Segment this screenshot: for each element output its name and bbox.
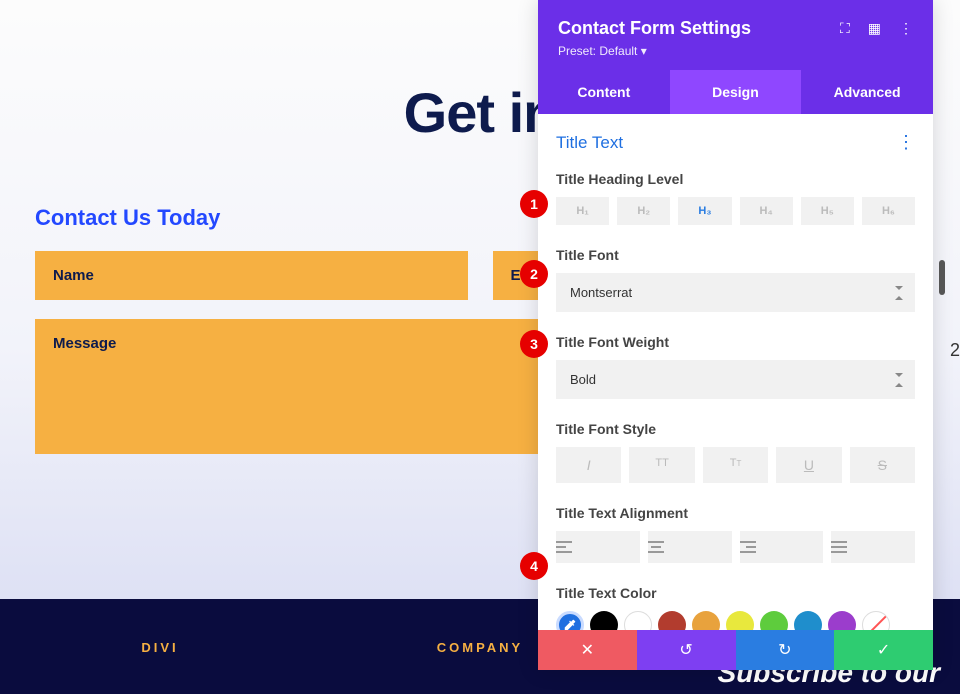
strikethrough-button[interactable]: S: [850, 447, 915, 483]
color-none[interactable]: [862, 611, 890, 630]
redo-button[interactable]: ↻: [736, 630, 835, 670]
color-black[interactable]: [590, 611, 618, 630]
smallcaps-button[interactable]: TT: [703, 447, 768, 483]
weight-select[interactable]: Bold: [556, 360, 915, 399]
color-white[interactable]: [624, 611, 652, 630]
color-red[interactable]: [658, 611, 686, 630]
tab-design[interactable]: Design: [670, 70, 802, 114]
color-purple[interactable]: [828, 611, 856, 630]
action-bar: ✕ ↺ ↻ ✓: [538, 630, 933, 670]
section-title[interactable]: Title Text: [556, 133, 623, 153]
align-justify-button[interactable]: [831, 531, 915, 563]
h1-button[interactable]: H₁: [556, 197, 609, 225]
menu-icon[interactable]: ⋮: [899, 20, 913, 37]
heading-level-label: Title Heading Level: [556, 171, 915, 187]
section-menu-icon[interactable]: ⋮: [897, 132, 915, 153]
cancel-button[interactable]: ✕: [538, 630, 637, 670]
h2-button[interactable]: H₂: [617, 197, 670, 225]
footer-company[interactable]: COMPANY: [437, 640, 523, 655]
annotation-3: 3: [520, 330, 548, 358]
align-center-button[interactable]: [648, 531, 732, 563]
style-label: Title Font Style: [556, 421, 915, 437]
scrollbar-handle[interactable]: [939, 260, 945, 295]
tab-content[interactable]: Content: [538, 70, 670, 114]
annotation-2: 2: [520, 260, 548, 288]
confirm-button[interactable]: ✓: [834, 630, 933, 670]
panel-body: Title Text ⋮ Title Heading Level H₁ H₂ H…: [538, 114, 933, 630]
h4-button[interactable]: H₄: [740, 197, 793, 225]
color-picker-button[interactable]: [556, 611, 584, 630]
annotation-4: 4: [520, 552, 548, 580]
color-label: Title Text Color: [556, 585, 915, 601]
italic-button[interactable]: I: [556, 447, 621, 483]
weight-label: Title Font Weight: [556, 334, 915, 350]
align-label: Title Text Alignment: [556, 505, 915, 521]
align-right-button[interactable]: [740, 531, 824, 563]
tabs: Content Design Advanced: [538, 70, 933, 114]
color-green[interactable]: [760, 611, 788, 630]
expand-icon[interactable]: ⛶: [840, 20, 850, 37]
color-orange[interactable]: [692, 611, 720, 630]
annotation-1: 1: [520, 190, 548, 218]
uppercase-button[interactable]: TT: [629, 447, 694, 483]
cropped-number: 2: [950, 340, 960, 361]
panel-header: Contact Form Settings ⛶ ▦ ⋮ Preset: Defa…: [538, 0, 933, 70]
align-left-button[interactable]: [556, 531, 640, 563]
name-input[interactable]: Name: [35, 251, 468, 300]
h3-button[interactable]: H₃: [678, 197, 731, 225]
undo-button[interactable]: ↺: [637, 630, 736, 670]
h5-button[interactable]: H₅: [801, 197, 854, 225]
color-blue[interactable]: [794, 611, 822, 630]
footer-divi[interactable]: DIVI: [141, 640, 178, 655]
grid-icon[interactable]: ▦: [868, 20, 881, 37]
font-label: Title Font: [556, 247, 915, 263]
underline-button[interactable]: U: [776, 447, 841, 483]
h6-button[interactable]: H₆: [862, 197, 915, 225]
panel-title: Contact Form Settings: [558, 18, 751, 39]
color-yellow[interactable]: [726, 611, 754, 630]
font-select[interactable]: Montserrat: [556, 273, 915, 312]
preset-selector[interactable]: Preset: Default ▾: [558, 44, 913, 58]
tab-advanced[interactable]: Advanced: [801, 70, 933, 114]
settings-panel: Contact Form Settings ⛶ ▦ ⋮ Preset: Defa…: [538, 0, 933, 670]
